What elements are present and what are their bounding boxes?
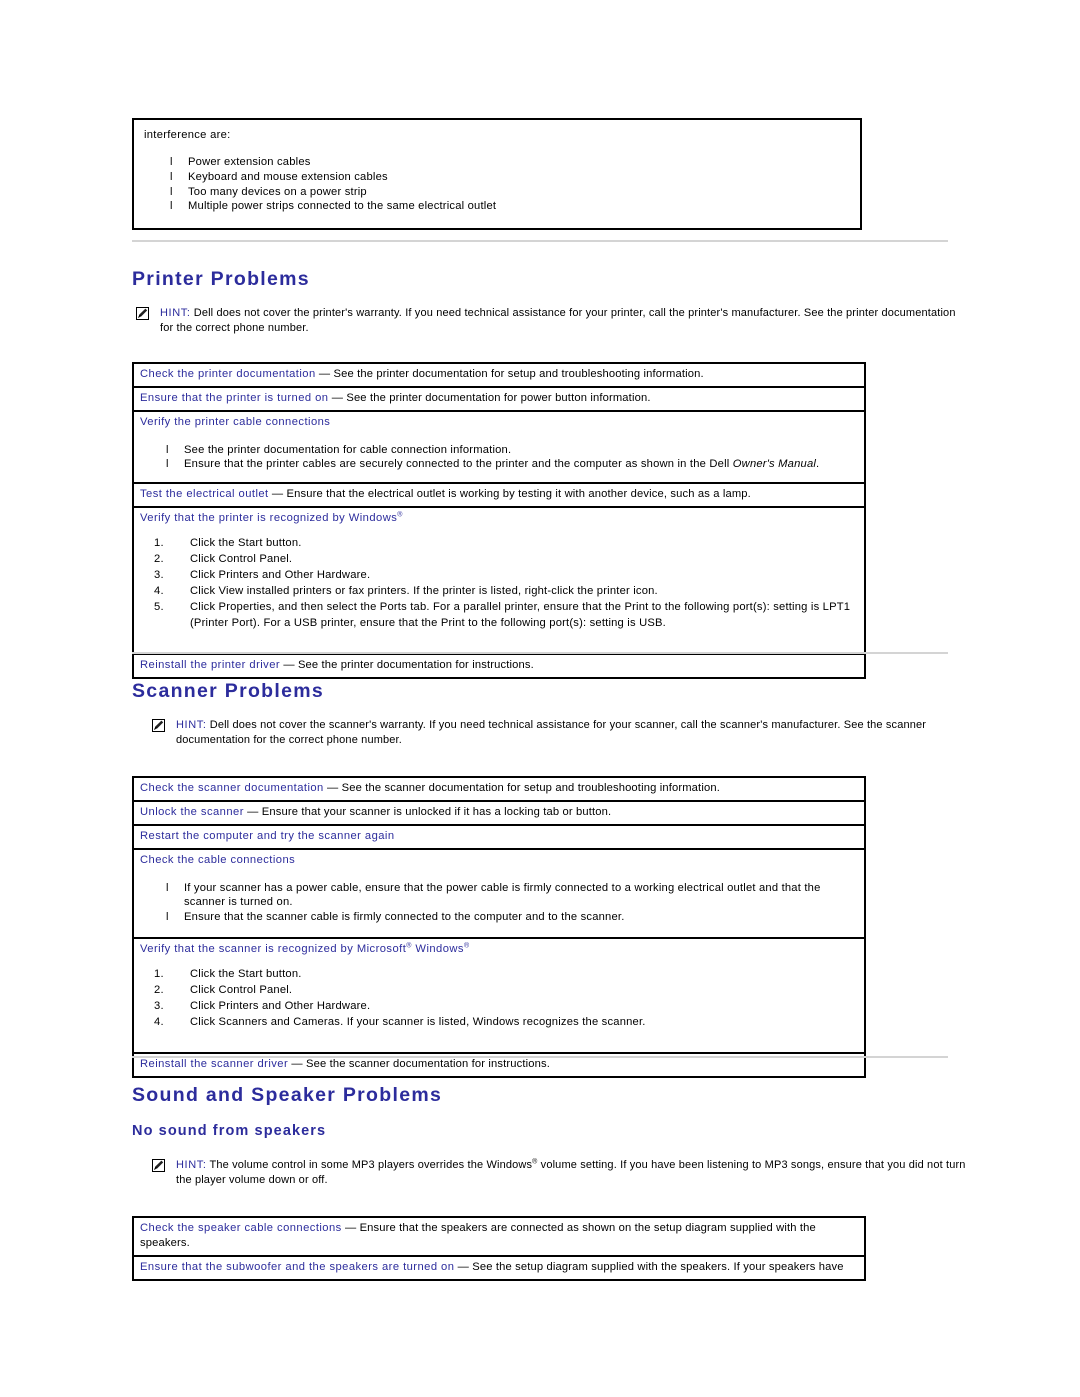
list-item: If your scanner has a power cable, ensur… xyxy=(166,881,858,911)
table-row: Verify that the printer is recognized by… xyxy=(134,508,864,655)
list-item-tail: . xyxy=(816,458,820,471)
row-body: See the scanner documentation for setup … xyxy=(341,782,720,794)
row-body: Ensure that the electrical outlet is wor… xyxy=(286,488,751,501)
printer-windows-steps: Click the Start button. Click Control Pa… xyxy=(140,536,858,631)
list-item-text: Ensure that the printer cables are secur… xyxy=(184,458,733,471)
row-lead: Ensure that the printer is turned on xyxy=(140,391,329,404)
row-lead-text: Verify that the printer is recognized by… xyxy=(140,512,398,525)
list-item: Click View installed printers or fax pri… xyxy=(154,584,658,599)
hint-scanner: HINT: Dell does not cover the scanner's … xyxy=(148,718,976,748)
hint-label: HINT: xyxy=(160,307,191,319)
row-dash: — xyxy=(280,658,298,671)
table-row: Check the printer documentation — See th… xyxy=(134,364,864,388)
hint-label: HINT: xyxy=(176,1159,207,1171)
row-lead: Reinstall the scanner driver xyxy=(140,1058,289,1071)
page-title-printer-problems: Printer Problems xyxy=(132,268,310,290)
table-row: Restart the computer and try the scanner… xyxy=(134,826,864,850)
section-divider-1 xyxy=(132,240,948,242)
scanner-cable-bullets: If your scanner has a power cable, ensur… xyxy=(140,881,858,925)
interference-box: interference are: Power extension cables… xyxy=(132,118,862,231)
row-body: See the scanner documentation for instru… xyxy=(306,1058,551,1071)
scanner-troubleshooting-table: Check the scanner documentation — See th… xyxy=(132,776,866,1079)
row-lead: Test the electrical outlet xyxy=(140,488,269,501)
section-divider-2 xyxy=(132,652,948,654)
row-lead: Restart the computer and try the scanner… xyxy=(140,829,395,842)
table-row: Reinstall the printer driver — See the p… xyxy=(134,655,864,677)
row-lead: Reinstall the printer driver xyxy=(140,658,281,671)
row-dash: — xyxy=(268,488,287,501)
row-lead: Verify the printer cable connections xyxy=(140,415,331,428)
list-item: Click Control Panel. xyxy=(154,552,293,567)
row-dash: — xyxy=(315,368,334,380)
sound-troubleshooting-table: Check the speaker cable connections — En… xyxy=(132,1216,866,1281)
row-lead: Check the printer documentation xyxy=(140,368,316,380)
list-item: Click the Start button. xyxy=(154,536,302,551)
hint-text-before: The volume control in some MP3 players o… xyxy=(209,1159,533,1171)
row-lead-text-a: Verify that the scanner is recognized by… xyxy=(140,942,407,955)
list-item: Click Control Panel. xyxy=(154,983,293,998)
row-lead: Verify that the printer is recognized by… xyxy=(140,511,858,526)
row-lead: Check the speaker cable connections xyxy=(140,1222,342,1234)
list-item: Too many devices on a power strip xyxy=(170,185,850,200)
row-lead: Unlock the scanner xyxy=(140,805,244,818)
row-dash: — xyxy=(323,782,342,794)
hint-sound: HINT: The volume control in some MP3 pla… xyxy=(148,1158,976,1188)
row-lead: Check the cable connections xyxy=(140,853,296,866)
row-body: See the printer documentation for power … xyxy=(346,391,651,404)
row-lead: Verify that the scanner is recognized by… xyxy=(140,942,858,957)
hint-label: HINT: xyxy=(176,719,207,731)
table-row: Verify the printer cable connections See… xyxy=(134,412,864,485)
table-row: Check the scanner documentation — See th… xyxy=(134,778,864,802)
row-lead-text-b: Windows xyxy=(411,942,464,955)
printer-cable-bullets: See the printer documentation for cable … xyxy=(140,443,858,473)
list-item: See the printer documentation for cable … xyxy=(166,443,858,458)
row-dash: — xyxy=(454,1260,473,1273)
table-row: Check the speaker cable connections — En… xyxy=(134,1218,864,1257)
interference-intro: interference are: xyxy=(144,129,231,141)
list-item: Multiple power strips connected to the s… xyxy=(170,199,850,214)
hint-text: Dell does not cover the printer's warran… xyxy=(160,307,956,335)
hint-note-icon xyxy=(152,1159,165,1172)
table-row: Ensure that the subwoofer and the speake… xyxy=(134,1257,864,1279)
row-body: See the printer documentation for instru… xyxy=(297,658,534,671)
interference-bullet-list: Power extension cables Keyboard and mous… xyxy=(144,155,850,214)
page-title-sound-speaker-problems: Sound and Speaker Problems xyxy=(132,1084,443,1106)
table-row: Test the electrical outlet — Ensure that… xyxy=(134,484,864,509)
table-row: Ensure that the printer is turned on — S… xyxy=(134,388,864,412)
list-item: Ensure that the printer cables are secur… xyxy=(166,457,858,472)
hint-text: Dell does not cover the scanner's warran… xyxy=(176,719,927,747)
table-row: Verify that the scanner is recognized by… xyxy=(134,939,864,1055)
registered-icon: ® xyxy=(397,511,403,519)
list-item: Click the Start button. xyxy=(154,967,302,982)
row-dash: — xyxy=(328,391,347,404)
row-body: Ensure that your scanner is unlocked if … xyxy=(261,805,612,818)
subsection-title-no-sound: No sound from speakers xyxy=(132,1123,327,1139)
list-item: Keyboard and mouse extension cables xyxy=(170,170,850,185)
row-lead: Ensure that the subwoofer and the speake… xyxy=(140,1260,455,1273)
section-divider-3 xyxy=(132,1056,948,1058)
row-body: See the printer documentation for setup … xyxy=(333,368,704,380)
scanner-windows-steps: Click the Start button. Click Control Pa… xyxy=(140,967,858,1031)
list-item-italic: Owner's Manual xyxy=(732,458,817,471)
row-body: See the setup diagram supplied with the … xyxy=(472,1260,844,1273)
page-title-scanner-problems: Scanner Problems xyxy=(132,680,325,702)
list-item: Click Printers and Other Hardware. xyxy=(154,999,371,1014)
list-item: Click Scanners and Cameras. If your scan… xyxy=(154,1015,646,1030)
list-item: Click Printers and Other Hardware. xyxy=(154,568,371,583)
list-item: Power extension cables xyxy=(170,155,850,170)
registered-icon: ® xyxy=(463,942,470,950)
table-row: Unlock the scanner — Ensure that your sc… xyxy=(134,802,864,826)
hint-printer: HINT: Dell does not cover the printer's … xyxy=(132,306,960,336)
document-page: interference are: Power extension cables… xyxy=(0,0,1080,1397)
list-item: Click Properties, and then select the Po… xyxy=(154,600,851,629)
hint-note-icon xyxy=(152,719,165,732)
row-lead: Check the scanner documentation xyxy=(140,782,324,794)
table-row: Check the cable connections If your scan… xyxy=(134,850,864,939)
list-item: Ensure that the scanner cable is firmly … xyxy=(166,910,858,925)
hint-note-icon xyxy=(136,307,149,320)
printer-troubleshooting-table: Check the printer documentation — See th… xyxy=(132,362,866,679)
row-dash: — xyxy=(288,1058,307,1071)
row-dash: — xyxy=(243,805,262,818)
row-dash: — xyxy=(341,1222,360,1234)
